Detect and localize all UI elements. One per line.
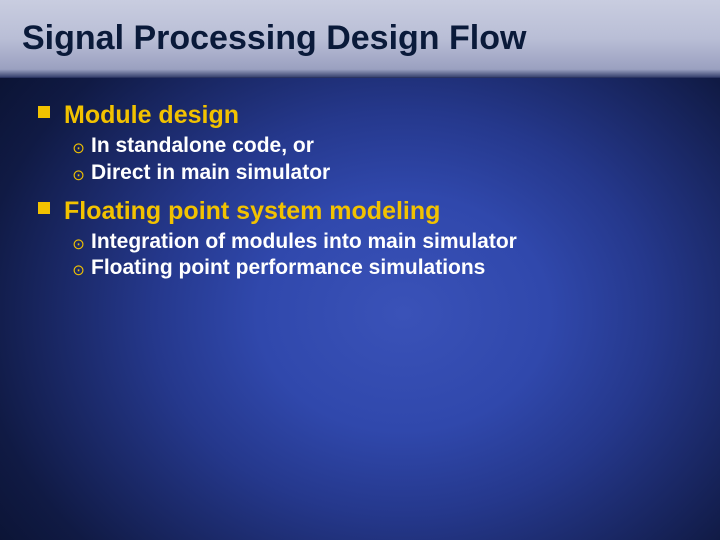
circle-dot-bullet-icon: ⊙	[72, 167, 85, 186]
content-area: Module design ⊙ In standalone code, or ⊙…	[38, 94, 690, 292]
slide: Signal Processing Design Flow Module des…	[0, 0, 720, 540]
circle-dot-bullet-icon: ⊙	[72, 262, 85, 281]
list-item-label: Integration of modules into main simulat…	[91, 229, 517, 255]
square-bullet-icon	[38, 106, 50, 118]
square-bullet-icon	[38, 202, 50, 214]
list-item: ⊙ Integration of modules into main simul…	[72, 229, 690, 255]
list-item: Floating point system modeling	[38, 196, 690, 227]
list-item-label: Floating point performance simulations	[91, 255, 485, 281]
sublist: ⊙ Integration of modules into main simul…	[72, 229, 690, 282]
circle-dot-bullet-icon: ⊙	[72, 140, 85, 159]
list-item: ⊙ Direct in main simulator	[72, 160, 690, 186]
sublist: ⊙ In standalone code, or ⊙ Direct in mai…	[72, 133, 690, 186]
list-item: ⊙ Floating point performance simulations	[72, 255, 690, 281]
list-item-label: Floating point system modeling	[64, 196, 440, 227]
list-item-label: Direct in main simulator	[91, 160, 330, 186]
title-bar: Signal Processing Design Flow	[0, 0, 720, 78]
list-item-label: Module design	[64, 100, 239, 131]
list-item-label: In standalone code, or	[91, 133, 314, 159]
circle-dot-bullet-icon: ⊙	[72, 236, 85, 255]
slide-title: Signal Processing Design Flow	[22, 19, 526, 58]
list-item: ⊙ In standalone code, or	[72, 133, 690, 159]
list-item: Module design	[38, 100, 690, 131]
